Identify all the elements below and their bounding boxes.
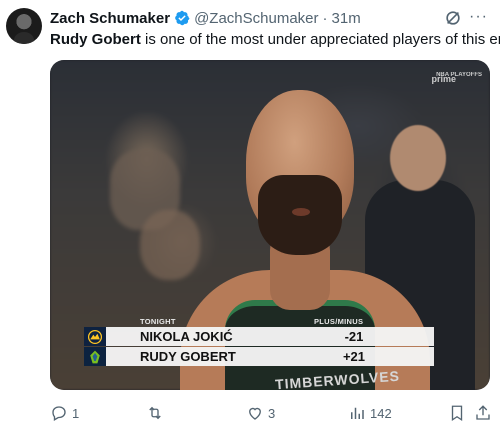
tweet-header: Zach Schumaker @ZachSchumaker · 31m ···: [50, 8, 492, 28]
crowd-figure: [140, 210, 200, 280]
tweet-text-body: is one of the most under appreciated pla…: [140, 31, 500, 48]
views-button[interactable]: 142: [348, 404, 392, 422]
overlay-row: RUDY GOBERT +21: [84, 347, 434, 366]
bookmark-icon: [451, 405, 463, 422]
grok-icon[interactable]: [444, 9, 462, 27]
reply-button[interactable]: 1: [50, 404, 79, 422]
overlay-row: NIKOLA JOKIĆ -21: [84, 327, 434, 346]
league-logo: NBA PLAYOFFS: [436, 72, 482, 78]
like-button[interactable]: 3: [246, 404, 275, 422]
player-mouth: [292, 208, 310, 216]
bookmark-button[interactable]: [448, 404, 470, 422]
avatar[interactable]: [6, 8, 42, 44]
separator-dot: ·: [322, 9, 328, 27]
reply-count: 1: [72, 405, 80, 421]
overlay-player-name: RUDY GOBERT: [140, 349, 236, 364]
tweet-media-image[interactable]: prime NBA PLAYOFFS TONIGHT PLUS/MINUS NI…: [50, 60, 490, 390]
share-button[interactable]: [474, 404, 496, 422]
repost-icon: [149, 406, 161, 420]
tweet-actions: 1 3 142: [50, 404, 490, 424]
overlay-player-name: NIKOLA JOKIĆ: [140, 329, 233, 344]
author-name[interactable]: Zach Schumaker: [50, 10, 170, 27]
tweet-text: Rudy Gobert is one of the most under app…: [50, 30, 500, 50]
overlay-plus-minus-value: +21: [342, 349, 366, 364]
share-icon: [476, 405, 490, 420]
verified-badge-icon: [174, 10, 190, 26]
nuggets-logo-icon: [84, 327, 106, 346]
more-options-icon[interactable]: ···: [469, 8, 488, 26]
repost-button[interactable]: [146, 404, 168, 422]
heart-icon: [249, 407, 261, 420]
overlay-header: TONIGHT PLUS/MINUS: [84, 316, 434, 326]
post-time[interactable]: 31m: [332, 10, 361, 27]
overlay-left-header: TONIGHT: [140, 317, 176, 326]
view-count: 142: [370, 405, 392, 421]
overlay-right-header: PLUS/MINUS: [314, 317, 364, 326]
coach-head: [390, 125, 446, 191]
reply-icon: [52, 406, 66, 421]
plus-minus-graphic: TONIGHT PLUS/MINUS NIKOLA JOKIĆ -21 RUDY…: [84, 316, 434, 366]
overlay-plus-minus-value: -21: [344, 329, 364, 344]
views-chart-icon: [351, 407, 364, 419]
timberwolves-logo-icon: [84, 347, 106, 366]
author-handle[interactable]: @ZachSchumaker: [194, 10, 318, 27]
mentioned-player: Rudy Gobert: [50, 31, 141, 48]
like-count: 3: [268, 405, 276, 421]
